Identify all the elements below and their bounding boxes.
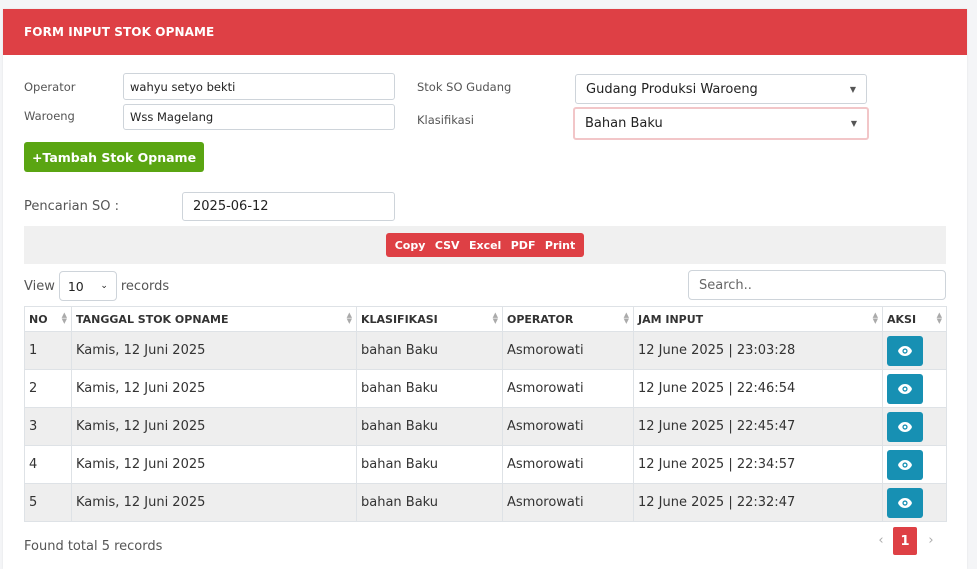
cell-operator: Asmorowati bbox=[502, 483, 634, 522]
eye-icon bbox=[898, 345, 912, 356]
pdf-button[interactable]: PDF bbox=[511, 239, 536, 252]
cell-tanggal: Kamis, 12 Juni 2025 bbox=[71, 331, 357, 370]
view-detail-button[interactable] bbox=[887, 487, 923, 518]
copy-button[interactable]: Copy bbox=[395, 239, 426, 252]
chevron-down-icon: ⌄ bbox=[100, 281, 108, 291]
excel-button[interactable]: Excel bbox=[469, 239, 501, 252]
sort-icon: ▲ ▼ bbox=[872, 311, 878, 325]
cell-tanggal: Kamis, 12 Juni 2025 bbox=[71, 369, 357, 408]
column-header-klasifikasi[interactable]: KLASIFIKASI ▲ ▼ bbox=[356, 306, 503, 332]
waroeng-field[interactable]: Wss Magelang bbox=[123, 104, 395, 130]
gudang-select[interactable]: Gudang Produksi Waroeng ▼ bbox=[575, 74, 867, 104]
eye-icon bbox=[898, 421, 912, 432]
eye-icon bbox=[898, 497, 912, 508]
sort-icon: ▲ ▼ bbox=[61, 311, 67, 325]
search-so-date-field[interactable]: 2025-06-12 bbox=[182, 192, 395, 221]
cell-klasifikasi: bahan Baku bbox=[356, 445, 503, 484]
sort-icon: ▲ ▼ bbox=[936, 311, 942, 325]
caret-down-icon: ▼ bbox=[849, 84, 856, 94]
stok-opname-table: NO ▲ ▼ TANGGAL STOK OPNAME ▲ ▼ KLASIFIKASI ▲ ▼… bbox=[24, 306, 947, 522]
page-length-select[interactable]: 10 ⌄ bbox=[58, 271, 117, 301]
table-search-input[interactable]: Search.. bbox=[688, 270, 946, 300]
cell-jam-input: 12 June 2025 | 22:46:54 bbox=[633, 369, 883, 408]
cell-jam-input: 12 June 2025 | 22:32:47 bbox=[633, 483, 883, 522]
cell-operator: Asmorowati bbox=[502, 369, 634, 408]
waroeng-label: Waroeng bbox=[24, 109, 75, 123]
cell-klasifikasi: bahan Baku bbox=[356, 331, 503, 370]
eye-icon bbox=[898, 459, 912, 470]
page-length-control: View 10 ⌄ records bbox=[24, 271, 169, 301]
cell-aksi bbox=[882, 369, 947, 408]
cell-aksi bbox=[882, 407, 947, 446]
cell-klasifikasi: bahan Baku bbox=[356, 483, 503, 522]
export-toolbar: Copy CSV Excel PDF Print bbox=[24, 226, 946, 264]
csv-button[interactable]: CSV bbox=[435, 239, 460, 252]
table-row: 3 Kamis, 12 Juni 2025 bahan Baku Asmorow… bbox=[24, 407, 947, 446]
view-detail-button[interactable] bbox=[887, 449, 923, 480]
page-title: FORM INPUT STOK OPNAME bbox=[24, 25, 215, 39]
stok-opname-card: FORM INPUT STOK OPNAME Operator wahyu se… bbox=[3, 9, 967, 569]
print-button[interactable]: Print bbox=[545, 239, 575, 252]
table-row: 5 Kamis, 12 Juni 2025 bahan Baku Asmorow… bbox=[24, 483, 947, 522]
table-row: 1 Kamis, 12 Juni 2025 bahan Baku Asmorow… bbox=[24, 331, 947, 370]
sort-icon: ▲ ▼ bbox=[346, 311, 352, 325]
view-label: View bbox=[24, 278, 55, 294]
view-detail-button[interactable] bbox=[887, 335, 923, 366]
cell-operator: Asmorowati bbox=[502, 445, 634, 484]
card-header: FORM INPUT STOK OPNAME bbox=[3, 9, 967, 55]
table-row: 4 Kamis, 12 Juni 2025 bahan Baku Asmorow… bbox=[24, 445, 947, 484]
cell-aksi bbox=[882, 483, 947, 522]
cell-no: 2 bbox=[24, 369, 72, 408]
klasifikasi-label: Klasifikasi bbox=[417, 113, 474, 127]
records-count: Found total 5 records bbox=[24, 539, 163, 554]
cell-tanggal: Kamis, 12 Juni 2025 bbox=[71, 483, 357, 522]
cell-aksi bbox=[882, 331, 947, 370]
cell-tanggal: Kamis, 12 Juni 2025 bbox=[71, 407, 357, 446]
operator-field[interactable]: wahyu setyo bekti bbox=[123, 73, 395, 100]
column-header-tanggal[interactable]: TANGGAL STOK OPNAME ▲ ▼ bbox=[71, 306, 357, 332]
pagination-prev[interactable]: ‹ bbox=[871, 527, 891, 553]
gudang-label: Stok SO Gudang bbox=[417, 80, 512, 94]
cell-no: 3 bbox=[24, 407, 72, 446]
records-label: records bbox=[120, 278, 170, 294]
column-header-aksi[interactable]: AKSI ▲ ▼ bbox=[882, 306, 947, 332]
cell-klasifikasi: bahan Baku bbox=[356, 369, 503, 408]
pagination-page-1[interactable]: 1 bbox=[893, 527, 917, 555]
view-detail-button[interactable] bbox=[887, 411, 923, 442]
klasifikasi-select-value: Bahan Baku bbox=[585, 116, 663, 131]
add-stok-opname-button[interactable]: +Tambah Stok Opname bbox=[24, 142, 204, 172]
cell-jam-input: 12 June 2025 | 23:03:28 bbox=[633, 331, 883, 370]
cell-no: 1 bbox=[24, 331, 72, 370]
caret-down-icon: ▼ bbox=[850, 119, 857, 128]
eye-icon bbox=[898, 383, 912, 394]
export-button-group: Copy CSV Excel PDF Print bbox=[386, 233, 584, 257]
table-row: 2 Kamis, 12 Juni 2025 bahan Baku Asmorow… bbox=[24, 369, 947, 408]
column-header-jam-input[interactable]: JAM INPUT ▲ ▼ bbox=[633, 306, 883, 332]
operator-label: Operator bbox=[24, 80, 76, 94]
klasifikasi-select[interactable]: Bahan Baku ▼ bbox=[573, 107, 869, 140]
page-length-value: 10 bbox=[67, 278, 84, 294]
cell-jam-input: 12 June 2025 | 22:45:47 bbox=[633, 407, 883, 446]
cell-operator: Asmorowati bbox=[502, 331, 634, 370]
table-header-row: NO ▲ ▼ TANGGAL STOK OPNAME ▲ ▼ KLASIFIKASI ▲ ▼… bbox=[24, 306, 947, 332]
cell-no: 4 bbox=[24, 445, 72, 484]
sort-icon: ▲ ▼ bbox=[623, 311, 629, 325]
search-so-label: Pencarian SO : bbox=[24, 199, 120, 214]
sort-icon: ▲ ▼ bbox=[492, 311, 498, 325]
cell-klasifikasi: bahan Baku bbox=[356, 407, 503, 446]
cell-jam-input: 12 June 2025 | 22:34:57 bbox=[633, 445, 883, 484]
cell-operator: Asmorowati bbox=[502, 407, 634, 446]
cell-tanggal: Kamis, 12 Juni 2025 bbox=[71, 445, 357, 484]
view-detail-button[interactable] bbox=[887, 373, 923, 404]
column-header-operator[interactable]: OPERATOR ▲ ▼ bbox=[502, 306, 634, 332]
pagination-next[interactable]: › bbox=[921, 527, 941, 553]
gudang-select-value: Gudang Produksi Waroeng bbox=[586, 81, 758, 97]
cell-no: 5 bbox=[24, 483, 72, 522]
cell-aksi bbox=[882, 445, 947, 484]
column-header-no[interactable]: NO ▲ ▼ bbox=[24, 306, 72, 332]
